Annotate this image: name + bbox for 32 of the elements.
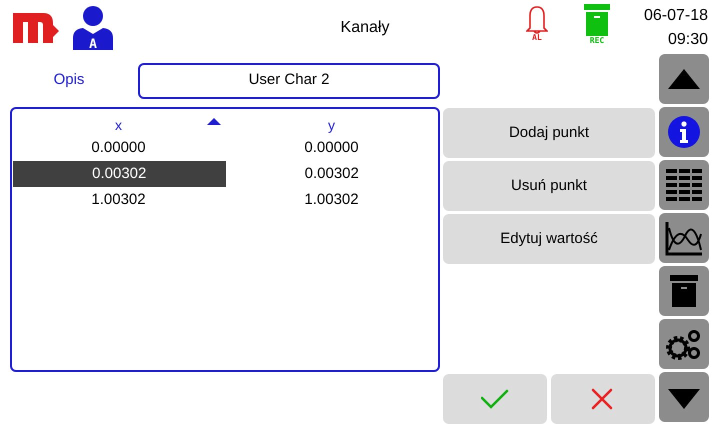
column-header[interactable]: x xyxy=(115,114,122,136)
field-label: Opis xyxy=(52,70,86,90)
table-cell-text: 0.00302 xyxy=(304,164,360,184)
cancel-button[interactable] xyxy=(551,374,655,424)
scroll-up-button[interactable] xyxy=(659,54,709,104)
action-button[interactable]: Usuń punkt xyxy=(443,161,655,211)
screen-title: Kanały xyxy=(340,18,390,38)
table-cell-text: 0.00000 xyxy=(303,138,360,158)
rec-label: REC xyxy=(590,37,604,45)
table-button[interactable] xyxy=(659,160,709,210)
table-icon xyxy=(664,167,704,203)
column-header[interactable]: y xyxy=(328,114,335,136)
sort-arrow-icon xyxy=(207,118,221,124)
archive-icon xyxy=(584,4,610,36)
scroll-down-button[interactable] xyxy=(659,372,709,422)
alarm-label: AL xyxy=(532,34,542,42)
action-button[interactable]: Dodaj punkt xyxy=(443,108,655,158)
table-cell-text: 0.00000 xyxy=(90,138,147,158)
description-field[interactable]: User Char 2 xyxy=(138,62,440,98)
info-button[interactable] xyxy=(659,107,709,157)
table-cell-text: 1.00302 xyxy=(303,190,360,210)
table-cell-text: 1.00302 xyxy=(90,190,147,210)
archive-button[interactable] xyxy=(659,266,709,316)
bell-icon xyxy=(526,4,548,34)
chart-button[interactable] xyxy=(659,213,709,263)
action-button[interactable]: Edytuj wartość xyxy=(443,214,655,264)
date-text: 06-07-18 xyxy=(644,6,708,26)
settings-button[interactable] xyxy=(659,319,709,369)
checkmark-icon xyxy=(481,388,509,410)
time-text: 09:30 xyxy=(668,30,708,50)
chart-icon xyxy=(664,220,704,256)
table-cell: 0.00302 xyxy=(13,161,226,187)
